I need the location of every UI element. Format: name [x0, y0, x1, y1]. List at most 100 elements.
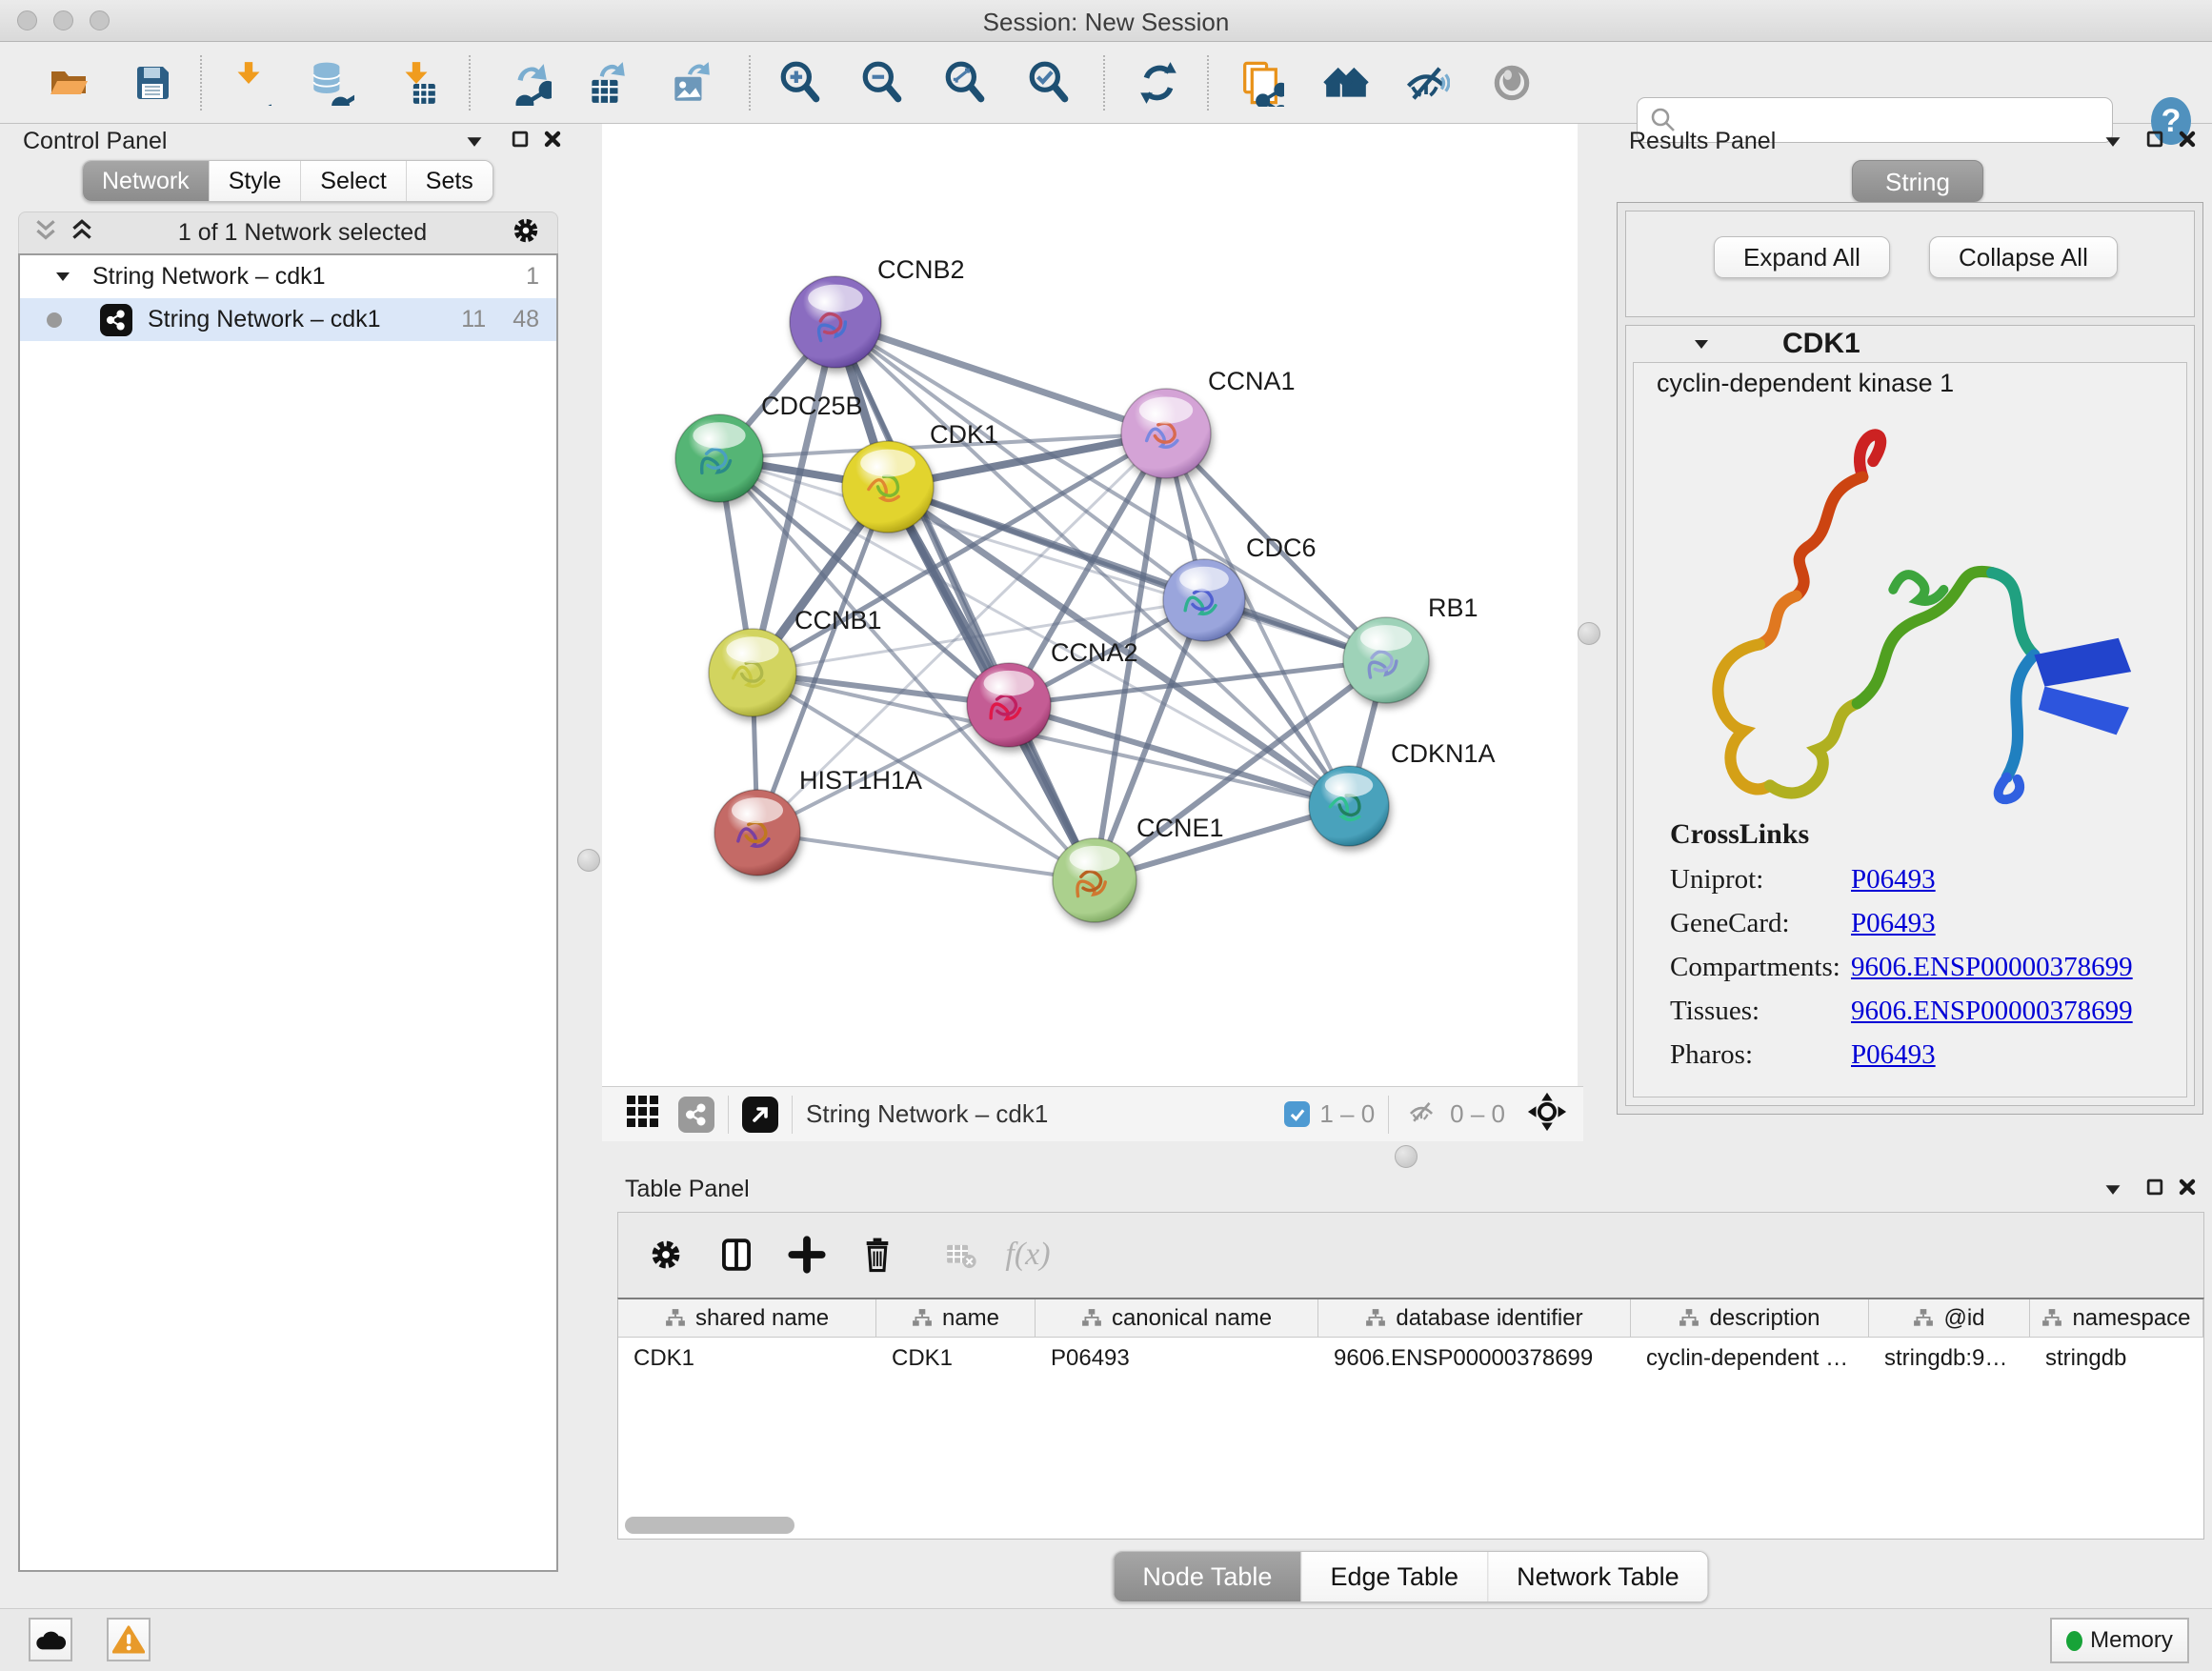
tab-network[interactable]: Network	[83, 161, 209, 201]
close-panel-button[interactable]	[2178, 130, 2197, 153]
zoom-fit-button[interactable]	[941, 59, 989, 107]
gene-description: cyclin-dependent kinase 1	[1657, 369, 1954, 398]
column-header-database-identifier[interactable]: database identifier	[1318, 1299, 1631, 1337]
network-row[interactable]: String Network – cdk1 11 48	[20, 298, 556, 341]
tab-string[interactable]: String	[1852, 160, 1983, 202]
double-chevron-down-icon	[32, 218, 59, 243]
string-view-button[interactable]	[678, 1097, 714, 1133]
open-session-button[interactable]	[45, 59, 92, 107]
node-CCNB2[interactable]: CCNB2	[790, 255, 965, 368]
current-network-name: String Network – cdk1	[806, 1099, 1048, 1129]
zoom-out-button[interactable]	[858, 59, 906, 107]
zoom-selected-button[interactable]	[1025, 59, 1073, 107]
table-cell: cyclin-dependent …	[1631, 1338, 1869, 1379]
import-network-file-button[interactable]	[225, 59, 272, 107]
column-header-shared-name[interactable]: shared name	[618, 1299, 876, 1337]
crosslinks-section: CrossLinks Uniprot:P06493GeneCard:P06493…	[1670, 818, 2165, 1083]
chevron-down-icon	[2103, 1181, 2122, 1197]
node-RB1[interactable]: RB1	[1343, 594, 1478, 703]
column-header-description[interactable]: description	[1631, 1299, 1869, 1337]
node-label-CDKN1A: CDKN1A	[1391, 739, 1496, 768]
column-header-name[interactable]: name	[876, 1299, 1036, 1337]
close-icon	[2178, 130, 2197, 149]
selected-count-checkbox[interactable]	[1284, 1101, 1310, 1127]
crosslink-link[interactable]: P06493	[1851, 864, 1936, 908]
table-options-button[interactable]	[641, 1230, 691, 1279]
cloud-status-button[interactable]	[29, 1618, 72, 1661]
tab-select[interactable]: Select	[300, 161, 405, 201]
new-network-from-selection-button[interactable]	[1237, 59, 1284, 107]
edge-count: 48	[513, 306, 539, 333]
column-header-canonical-name[interactable]: canonical name	[1036, 1299, 1318, 1337]
node-CCNA1[interactable]: CCNA1	[1121, 367, 1296, 478]
maximize-panel-button[interactable]	[2145, 1178, 2164, 1201]
edge-HIST1H1A-CCNE1[interactable]	[757, 833, 1095, 880]
duplicate-pages-icon	[1237, 59, 1284, 107]
warnings-button[interactable]	[107, 1618, 151, 1661]
crosslink-link[interactable]: P06493	[1851, 908, 1936, 952]
collapse-all-button[interactable]: Collapse All	[1929, 236, 2118, 278]
memory-button[interactable]: Memory	[2050, 1618, 2189, 1663]
close-panel-button[interactable]	[2178, 1178, 2197, 1201]
horizontal-scrollbar-thumb[interactable]	[625, 1517, 794, 1534]
column-header--id[interactable]: @id	[1869, 1299, 2030, 1337]
hide-selected-button[interactable]	[1402, 59, 1450, 107]
export-image-button[interactable]	[667, 59, 714, 107]
collapse-section-icon[interactable]	[1693, 337, 1710, 352]
vertical-splitter-handle-left[interactable]	[577, 849, 600, 872]
maximize-panel-button[interactable]	[2145, 130, 2164, 153]
crosslink-link[interactable]: 9606.ENSP00000378699	[1851, 952, 2133, 996]
title-bar: Session: New Session	[0, 0, 2212, 42]
network-collection-row[interactable]: String Network – cdk1 1	[20, 255, 556, 298]
zoom-in-button[interactable]	[776, 59, 824, 107]
add-column-button[interactable]	[782, 1230, 832, 1279]
table-row[interactable]: CDK1CDK1P064939606.ENSP00000378699cyclin…	[618, 1338, 2203, 1379]
maximize-panel-button[interactable]	[511, 130, 530, 153]
column-header-namespace[interactable]: namespace	[2030, 1299, 2203, 1337]
network-canvas[interactable]: CCNB2CCNA1CDC25BCDK1CDC6RB1CCNB1CCNA2CDK…	[602, 124, 1578, 1086]
memory-label: Memory	[2090, 1627, 2173, 1654]
apply-layout-button[interactable]	[1135, 59, 1182, 107]
float-panel-button[interactable]	[2103, 133, 2122, 153]
crosslink-link[interactable]: 9606.ENSP00000378699	[1851, 996, 2133, 1039]
tree-expand-icon[interactable]	[54, 270, 71, 284]
open-in-new-icon	[749, 1103, 772, 1126]
node-label-CCNE1: CCNE1	[1136, 814, 1224, 842]
save-session-button[interactable]	[129, 59, 176, 107]
close-panel-button[interactable]	[543, 130, 562, 153]
show-columns-button[interactable]	[712, 1230, 761, 1279]
tab-edge-table[interactable]: Edge Table	[1300, 1552, 1487, 1601]
export-table-button[interactable]	[583, 59, 631, 107]
gene-section-header[interactable]: CDK1	[1626, 326, 2194, 362]
function-builder-disabled: f(x)	[1003, 1230, 1053, 1279]
export-network-file-button[interactable]	[505, 59, 553, 107]
import-network-database-button[interactable]	[307, 59, 354, 107]
expand-all-networks-button[interactable]	[69, 218, 95, 248]
zoom-out-icon	[859, 60, 905, 106]
show-selected-button[interactable]	[1488, 59, 1536, 107]
tab-node-table[interactable]: Node Table	[1114, 1552, 1300, 1601]
edge-CCNB2-CCNA1[interactable]	[835, 322, 1166, 433]
tab-style[interactable]: Style	[209, 161, 301, 201]
export-table-icon	[584, 60, 630, 106]
delete-column-button[interactable]	[853, 1230, 902, 1279]
float-panel-button[interactable]	[2103, 1181, 2122, 1201]
import-table-button[interactable]	[392, 59, 440, 107]
float-panel-button[interactable]	[465, 133, 484, 153]
crosslink-link[interactable]: P06493	[1851, 1039, 1936, 1083]
detach-view-button[interactable]	[742, 1097, 778, 1133]
vertical-splitter-handle-right[interactable]	[1578, 622, 1600, 645]
node-CDKN1A[interactable]: CDKN1A	[1309, 739, 1496, 846]
fit-content-button[interactable]	[1526, 1091, 1568, 1137]
tab-network-table[interactable]: Network Table	[1487, 1552, 1708, 1601]
tab-sets[interactable]: Sets	[406, 161, 493, 201]
grid-view-button[interactable]	[625, 1094, 661, 1135]
collapse-all-networks-button[interactable]	[32, 218, 59, 248]
node-HIST1H1A[interactable]: HIST1H1A	[714, 766, 922, 876]
control-panel: Control Panel NetworkStyleSelectSets 1 o…	[8, 124, 564, 1608]
network-options-button[interactable]	[510, 214, 542, 252]
expand-all-button[interactable]: Expand All	[1714, 236, 1890, 278]
first-neighbors-button[interactable]	[1322, 59, 1370, 107]
hidden-counts: 0 – 0	[1450, 1099, 1505, 1129]
toolbar-separator	[200, 55, 202, 111]
